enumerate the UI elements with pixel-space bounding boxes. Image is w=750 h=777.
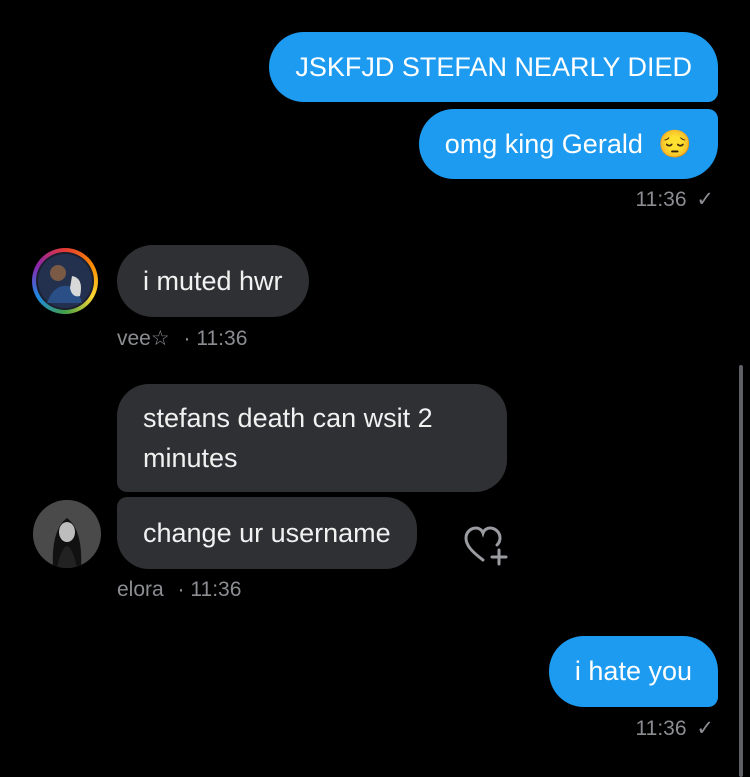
message-text: i hate you <box>574 656 692 686</box>
scrollbar[interactable] <box>739 365 743 777</box>
time-text: 11:36 <box>635 188 687 211</box>
outgoing-message[interactable]: i hate you <box>548 636 718 707</box>
sender-info: vee☆ · 11:36 <box>117 326 247 351</box>
outgoing-message[interactable]: JSKFJD STEFAN NEARLY DIED <box>269 32 718 102</box>
sender-name[interactable]: vee☆ <box>117 327 170 350</box>
separator: · <box>183 327 191 350</box>
time-text: 11:36 <box>635 717 687 740</box>
avatar-photo-icon <box>36 252 94 310</box>
sender-info: elora · 11:36 <box>117 578 241 602</box>
message-text: JSKFJD STEFAN NEARLY DIED <box>295 52 692 82</box>
time-text: 11:36 <box>196 327 248 350</box>
message-timestamp: 11:36 ✓ <box>636 187 714 212</box>
incoming-message[interactable]: stefans death can wsit 2 minutes <box>117 384 507 492</box>
message-text: change ur username <box>143 518 391 548</box>
delivered-check-icon: ✓ <box>696 188 714 211</box>
avatar[interactable] <box>33 500 101 568</box>
message-text: i muted hwr <box>143 266 283 296</box>
separator: · <box>177 578 185 601</box>
chat-thread: JSKFJD STEFAN NEARLY DIED omg king Geral… <box>0 0 750 777</box>
avatar-photo-icon <box>33 500 101 568</box>
message-timestamp: 11:36 ✓ <box>636 716 714 741</box>
heart-plus-icon[interactable] <box>463 524 511 568</box>
pensive-emoji: 😔 <box>658 129 692 159</box>
incoming-message[interactable]: i muted hwr <box>117 245 309 317</box>
outgoing-message[interactable]: omg king Gerald 😔 <box>418 109 718 179</box>
sender-name[interactable]: elora <box>117 578 164 601</box>
message-text: omg king Gerald <box>444 129 643 159</box>
incoming-message[interactable]: change ur username <box>117 497 417 569</box>
message-text: stefans death can wsit 2 minutes <box>143 403 433 473</box>
avatar[interactable] <box>32 248 98 314</box>
time-text: 11:36 <box>190 578 242 601</box>
delivered-check-icon: ✓ <box>696 717 714 740</box>
